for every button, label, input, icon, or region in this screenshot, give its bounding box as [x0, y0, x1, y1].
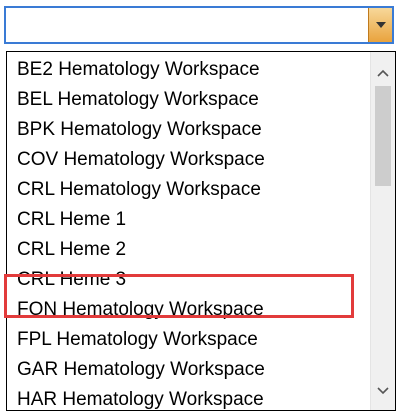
combobox-value[interactable] — [12, 15, 362, 37]
scroll-down-button[interactable] — [371, 380, 395, 404]
list-item[interactable]: CRL Heme 1 — [17, 206, 126, 234]
list-item[interactable]: CRL Heme 2 — [17, 236, 126, 264]
workspace-combobox[interactable] — [4, 6, 394, 44]
list-item[interactable]: HAR Hematology Workspace — [17, 386, 264, 410]
list-item[interactable]: FPL Hematology Workspace — [17, 326, 258, 354]
chevron-down-icon — [377, 387, 389, 395]
list-item[interactable]: BPK Hematology Workspace — [17, 116, 262, 144]
list-item[interactable]: COV Hematology Workspace — [17, 146, 265, 174]
list-item[interactable]: GAR Hematology Workspace — [17, 356, 265, 384]
scrollbar-thumb[interactable] — [375, 86, 391, 186]
chevron-up-icon — [377, 69, 389, 77]
scroll-up-button[interactable] — [371, 62, 395, 86]
list-item[interactable]: CRL Hematology Workspace — [17, 176, 261, 204]
highlight-box — [4, 274, 354, 318]
dropdown-list-panel: BE2 Hematology Workspace BEL Hematology … — [6, 51, 396, 411]
list-item[interactable]: BEL Hematology Workspace — [17, 86, 259, 114]
workspace-list: BE2 Hematology Workspace BEL Hematology … — [7, 52, 372, 410]
list-item[interactable]: BE2 Hematology Workspace — [17, 56, 260, 84]
vertical-scrollbar[interactable] — [370, 52, 395, 410]
chevron-down-icon — [376, 22, 386, 28]
dropdown-button[interactable] — [368, 8, 392, 42]
